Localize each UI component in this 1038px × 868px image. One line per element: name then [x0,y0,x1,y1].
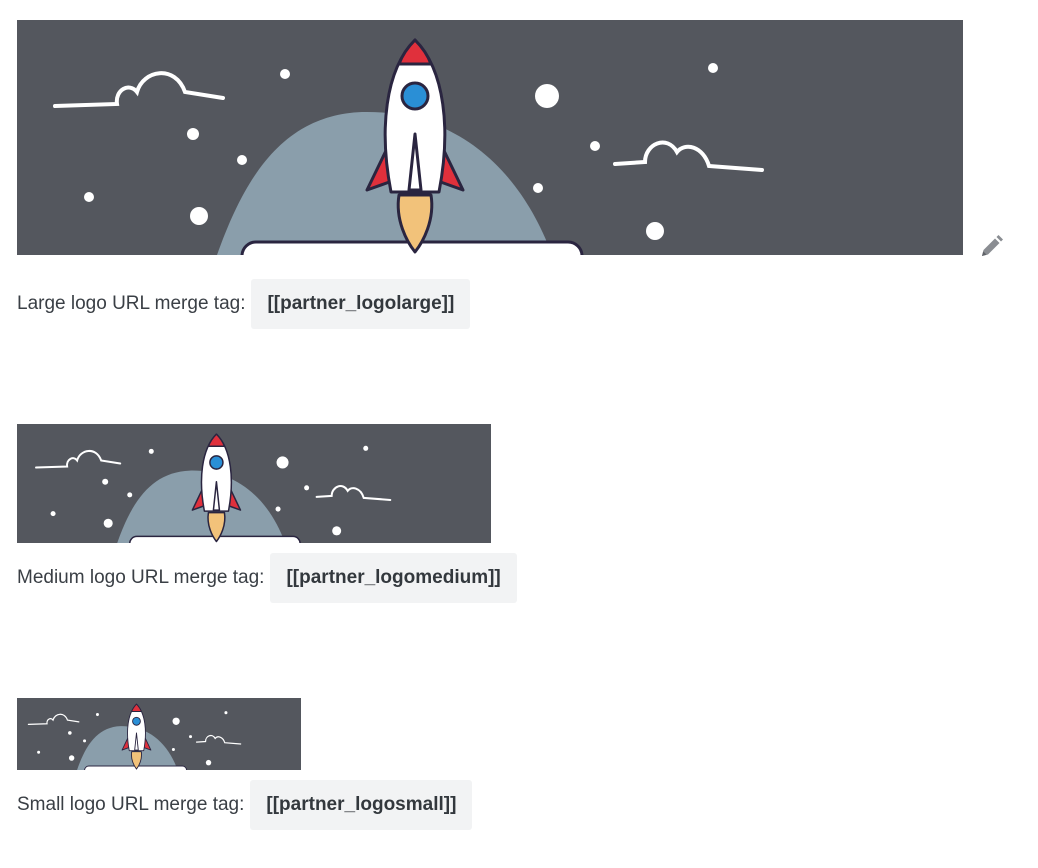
medium-logo-merge-tag[interactable]: [[partner_logomedium]] [270,553,517,603]
large-logo-image [17,20,963,255]
small-logo-image [17,698,301,770]
large-logo-merge-tag[interactable]: [[partner_logolarge]] [251,279,471,329]
rocket-illustration-medium [17,424,491,543]
medium-logo-row: Medium logo URL merge tag: [[partner_log… [17,553,517,603]
rocket-illustration-small [17,698,301,770]
medium-logo-image [17,424,491,543]
medium-logo-label: Medium logo URL merge tag: [17,567,265,588]
rocket-illustration-large [17,20,963,255]
small-logo-label: Small logo URL merge tag: [17,794,245,815]
pencil-icon[interactable] [978,234,1004,260]
large-logo-row: Large logo URL merge tag: [[partner_logo… [17,279,471,329]
large-logo-label: Large logo URL merge tag: [17,293,246,314]
small-logo-row: Small logo URL merge tag: [[partner_logo… [17,780,473,830]
small-logo-merge-tag[interactable]: [[partner_logosmall]] [250,780,473,830]
